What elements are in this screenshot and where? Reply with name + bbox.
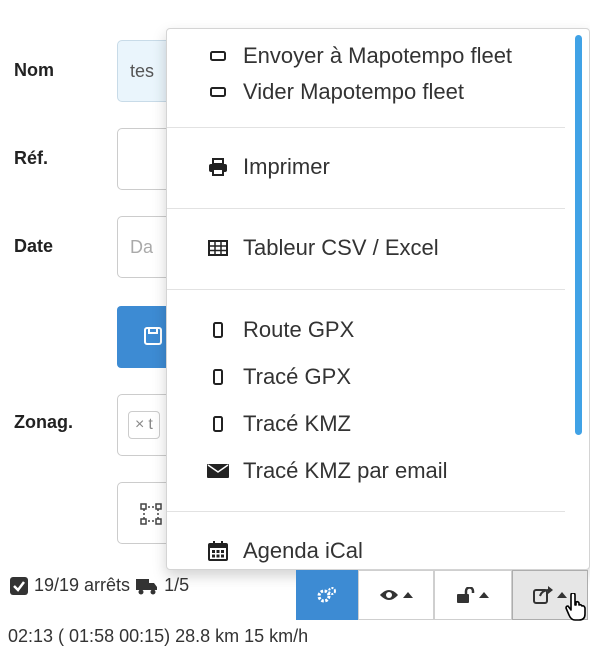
name-input-value: tes <box>130 60 155 81</box>
menu-item-ical[interactable]: Agenda iCal <box>207 538 363 564</box>
share-export-icon <box>533 586 553 604</box>
menu-scrollbar[interactable] <box>575 35 583 563</box>
hand-pointer-cursor-icon <box>565 593 586 621</box>
menu-item-track-gpx[interactable]: Tracé GPX <box>207 364 351 390</box>
tablet-landscape-icon <box>207 87 229 97</box>
ref-label: Réf. <box>14 148 49 168</box>
export-dropdown-menu: Envoyer à Mapotempo fleet Vider Mapotemp… <box>166 28 590 570</box>
menu-divider <box>167 208 565 209</box>
menu-divider <box>167 511 565 512</box>
date-label: Date <box>14 236 54 256</box>
eye-icon <box>380 590 398 600</box>
checkbox-checked-icon <box>10 576 28 595</box>
caret-up-icon <box>403 592 413 598</box>
print-icon <box>207 158 229 176</box>
envelope-icon <box>207 463 229 479</box>
vehicle-count: 1/5 <box>164 575 190 595</box>
zone-label: Zonag. <box>14 412 73 432</box>
menu-item-label: Route GPX <box>243 317 355 342</box>
table-icon <box>207 240 229 256</box>
mobile-icon <box>207 322 229 338</box>
polygon-draw-icon <box>140 503 162 525</box>
menu-item-clear-fleet[interactable]: Vider Mapotempo fleet <box>207 79 464 105</box>
mobile-icon <box>207 416 229 432</box>
tablet-landscape-icon <box>207 51 229 61</box>
mobile-icon <box>207 369 229 385</box>
route-duration-distance: 02:13 ( 01:58 00:15) 28.8 km 15 km/h <box>8 626 309 646</box>
calendar-icon <box>207 541 229 561</box>
menu-item-label: Agenda iCal <box>243 538 363 563</box>
menu-item-route-gpx[interactable]: Route GPX <box>207 317 354 343</box>
menu-item-csv-export[interactable]: Tableur CSV / Excel <box>207 235 439 261</box>
menu-item-label: Tracé KMZ <box>243 411 351 436</box>
zone-tag[interactable]: × t <box>128 411 160 439</box>
route-stats: 19/19 arrêts 1/5 <box>10 575 189 596</box>
visibility-dropdown-button[interactable] <box>358 570 434 620</box>
menu-item-label: Tableur CSV / Excel <box>243 235 439 260</box>
date-input-placeholder: Da <box>130 236 154 257</box>
menu-divider <box>167 127 565 128</box>
menu-item-track-kmz[interactable]: Tracé KMZ <box>207 411 351 437</box>
stops-count: 19/19 arrêts <box>34 575 131 595</box>
optimize-button[interactable] <box>296 570 358 620</box>
menu-divider <box>167 289 565 290</box>
floppy-disk-icon <box>144 327 162 345</box>
zone-tag-text: t <box>148 416 153 433</box>
lock-dropdown-button[interactable] <box>434 570 512 620</box>
menu-scrollbar-thumb[interactable] <box>575 35 582 435</box>
menu-item-label: Tracé GPX <box>243 364 351 389</box>
truck-icon <box>136 578 158 594</box>
gears-icon <box>317 587 336 603</box>
unlock-icon <box>457 587 475 603</box>
caret-up-icon <box>479 592 489 598</box>
menu-item-label: Envoyer à Mapotempo fleet <box>243 43 513 68</box>
menu-item-track-kmz-email[interactable]: Tracé KMZ par email <box>207 458 448 484</box>
menu-item-label: Imprimer <box>243 154 330 179</box>
menu-item-send-fleet[interactable]: Envoyer à Mapotempo fleet <box>207 43 512 69</box>
menu-item-label: Tracé KMZ par email <box>243 458 448 483</box>
menu-item-print[interactable]: Imprimer <box>207 154 330 180</box>
zone-tag-remove[interactable]: × <box>135 416 144 434</box>
export-dropdown-button[interactable] <box>512 570 588 621</box>
name-label: Nom <box>14 60 54 80</box>
menu-item-label: Vider Mapotempo fleet <box>243 79 464 104</box>
